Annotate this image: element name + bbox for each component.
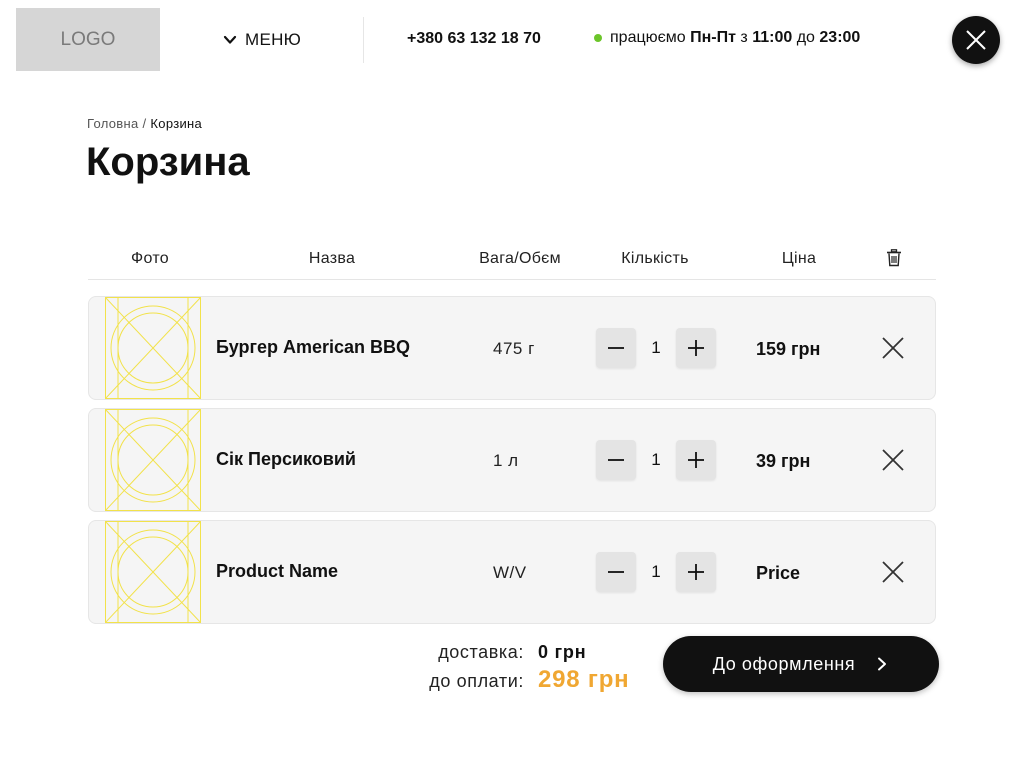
remove-item-icon[interactable] [882,449,904,471]
quantity-stepper: 1 [596,551,716,593]
delivery-value: 0 грн [538,642,587,662]
hours-to-word: до [796,29,815,46]
product-price: Price [756,563,801,583]
breadcrumb-home-link[interactable]: Головна [87,116,139,131]
close-button[interactable] [952,16,1000,64]
breadcrumb-current: Корзина [150,116,203,131]
delivery-line: доставка: 0 грн [400,642,650,666]
product-weight: 1 л [493,451,519,470]
increase-quantity-button[interactable] [676,328,716,368]
remove-item-icon[interactable] [882,337,904,359]
decrease-quantity-button[interactable] [596,328,636,368]
decrease-quantity-button[interactable] [596,440,636,480]
decrease-quantity-button[interactable] [596,552,636,592]
total-value: 298 грн [538,666,630,693]
product-name[interactable]: Product Name [216,561,338,582]
chevron-down-icon [223,35,237,44]
column-header-photo: Фото [131,250,169,267]
minus-icon [608,459,624,461]
cart-row: Бургер American BBQ 475 г 1 159 грн [88,296,936,400]
quantity-value: 1 [651,562,661,581]
status-dot-icon [594,34,602,42]
breadcrumb-separator: / [142,116,147,131]
chevron-right-icon [878,657,887,671]
menu-button[interactable]: МЕНЮ [223,28,301,52]
column-header-quantity: Кількість [621,250,689,267]
cart-row: Сік Персиковий 1 л 1 39 грн [88,408,936,512]
product-weight: 475 г [493,339,535,358]
total-line: до оплати: 298 грн [400,666,650,693]
header-divider [363,17,364,63]
minus-icon [608,571,624,573]
hours-days: Пн-Пт [690,29,736,46]
close-icon [966,30,986,50]
column-header-weight: Вага/Обєм [479,250,561,267]
plus-icon [688,452,704,468]
menu-label: МЕНЮ [245,30,302,49]
delivery-label: доставка: [438,642,524,662]
product-image-placeholder-icon [105,521,201,623]
quantity-stepper: 1 [596,439,716,481]
column-header-price: Ціна [781,250,817,267]
product-weight: W/V [493,563,527,582]
product-name[interactable]: Бургер American BBQ [216,337,410,358]
cart-row: Product Name W/V 1 Price [88,520,936,624]
hours-to-time: 23:00 [819,29,861,46]
quantity-value: 1 [651,450,661,469]
product-image-placeholder-icon [105,297,201,399]
increase-quantity-button[interactable] [676,440,716,480]
order-summary: доставка: 0 грн до оплати: 298 грн [400,642,650,693]
working-hours: працюємо Пн-Пт з 11:00 до 23:00 [594,29,860,47]
quantity-value: 1 [651,338,661,357]
trash-icon[interactable] [886,249,902,267]
page-title: Корзина [86,140,250,184]
quantity-stepper: 1 [596,327,716,369]
hours-prefix: працюємо [610,29,686,46]
increase-quantity-button[interactable] [676,552,716,592]
product-price: 159 грн [756,339,821,359]
minus-icon [608,347,624,349]
hours-from-time: 11:00 [752,29,793,46]
total-label: до оплати: [429,671,524,691]
column-header-name: Назва [308,250,356,267]
product-name[interactable]: Сік Персиковий [216,449,356,470]
cart-table-header: Фото Назва Вага/Обєм Кількість Ціна [88,248,936,280]
product-image-placeholder-icon [105,409,201,511]
plus-icon [688,564,704,580]
logo[interactable]: LOGO [16,8,160,71]
checkout-label: До оформлення [712,653,856,674]
plus-icon [688,340,704,356]
checkout-button[interactable]: До оформлення [663,636,939,692]
remove-item-icon[interactable] [882,561,904,583]
product-price: 39 грн [756,451,811,471]
phone-link[interactable]: +380 63 132 18 70 [407,30,541,48]
hours-from-word: з [740,29,748,46]
breadcrumb: Головна / Корзина [87,116,202,131]
